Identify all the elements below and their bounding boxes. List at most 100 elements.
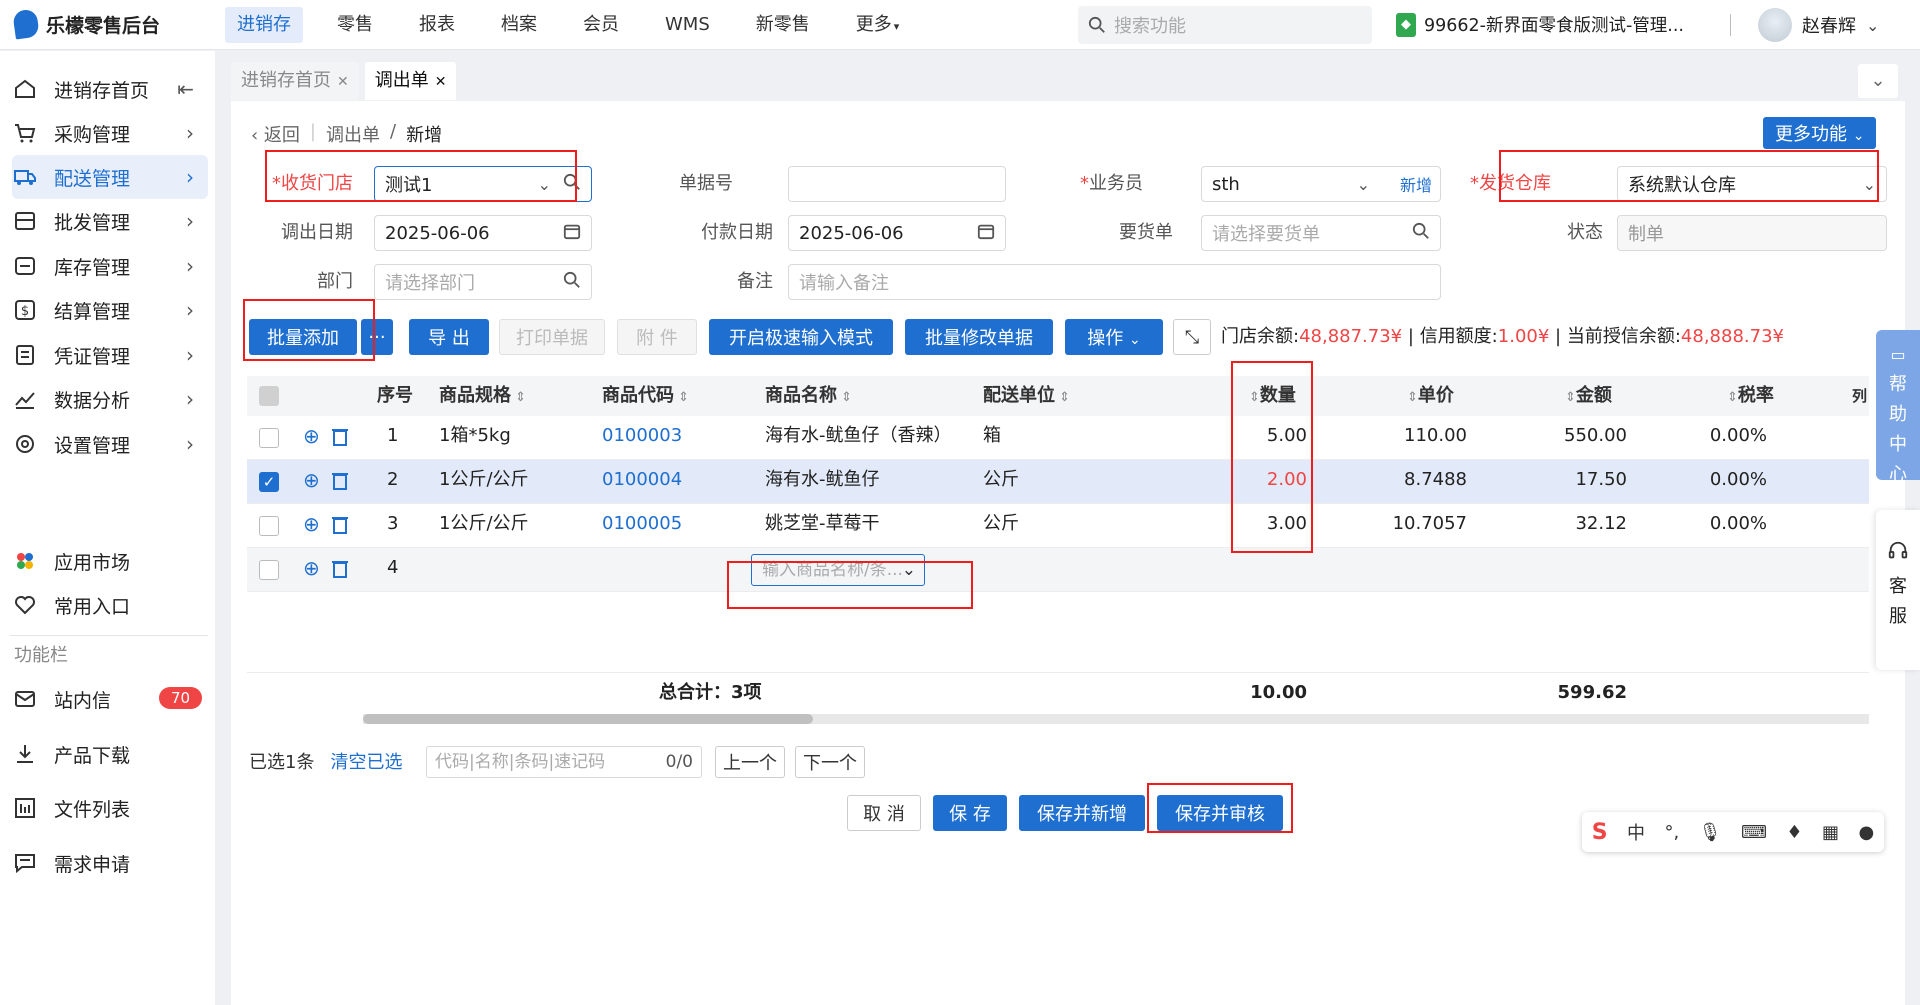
clear-selection-link[interactable]: 清空已选 — [330, 746, 402, 780]
sidebar-item-stock[interactable]: 库存管理 › — [12, 244, 208, 288]
close-icon[interactable]: ✕ — [337, 74, 349, 90]
col-price[interactable]: ⇕单价 — [1407, 376, 1454, 418]
col-unit[interactable]: 配送单位 ⇕ — [983, 376, 1070, 418]
scrollbar-thumb[interactable] — [363, 714, 813, 724]
store-switcher[interactable]: ◆ 99662-新界面零食版测试-管理... — [1396, 12, 1684, 37]
search-icon[interactable] — [563, 173, 581, 195]
nav-wms[interactable]: WMS — [653, 7, 722, 43]
col-code[interactable]: 商品代码 ⇕ — [602, 376, 689, 418]
fast-input-mode-button[interactable]: 开启极速输入模式 — [709, 319, 893, 355]
ime-toolbar[interactable]: S 中 °, 🎙 ⌨ ♦ ▦ ● — [1582, 812, 1884, 852]
cell-qty[interactable]: 5.00 — [1197, 416, 1307, 456]
user-menu[interactable]: 赵春辉 ⌄ — [1758, 8, 1879, 42]
doc-no-input[interactable] — [788, 166, 1006, 202]
col-amount[interactable]: ⇕金额 — [1565, 376, 1612, 418]
quick-find-input[interactable]: 代码|名称|条码|速记码 0/0 — [426, 746, 702, 778]
search-icon[interactable] — [563, 271, 581, 293]
add-row-icon[interactable]: ⊕ — [303, 468, 320, 492]
select-all-checkbox[interactable] — [259, 386, 279, 406]
sidebar-item-wholesale[interactable]: 批发管理 › — [12, 199, 208, 243]
save-button[interactable]: 保 存 — [933, 795, 1007, 831]
cell-code[interactable]: 0100004 — [602, 460, 682, 500]
sidebar-item-settings[interactable]: 设置管理 › — [12, 422, 208, 466]
trash-icon[interactable] — [331, 514, 349, 539]
col-qty[interactable]: ⇕数量 — [1249, 376, 1296, 418]
sidebar-item-distribution[interactable]: 配送管理 › — [12, 155, 208, 199]
ime-punct-toggle[interactable]: °, — [1664, 822, 1679, 843]
col-tax[interactable]: ⇕税率 — [1727, 376, 1774, 418]
ship-warehouse-select[interactable]: 系统默认仓库 ⌄ — [1617, 166, 1887, 202]
microphone-icon[interactable]: 🎙 — [1699, 822, 1722, 843]
row-checkbox-checked[interactable]: ✓ — [259, 472, 279, 492]
collapse-form-icon[interactable]: ⤡ — [1173, 319, 1211, 355]
search-icon[interactable] — [1412, 222, 1430, 244]
nav-member[interactable]: 会员 — [571, 7, 631, 43]
table-row-new[interactable]: ⊕ 4 输入商品名称/条... ⌄ — [247, 548, 1869, 592]
nav-new-retail[interactable]: 新零售 — [744, 7, 822, 43]
dept-select[interactable]: 请选择部门 — [374, 264, 592, 300]
table-row[interactable]: ✓ ⊕ 2 1公斤/公斤 0100004 海有水-鱿鱼仔 公斤 2.00 8.7… — [247, 460, 1869, 504]
add-row-icon[interactable]: ⊕ — [303, 556, 320, 580]
nav-reports[interactable]: 报表 — [407, 7, 467, 43]
more-functions-button[interactable]: 更多功能 ⌄ — [1763, 117, 1877, 149]
attachment-button[interactable]: 附 件 — [617, 319, 697, 355]
receive-store-select[interactable]: 测试1 ⌄ — [374, 166, 592, 202]
save-and-audit-button[interactable]: 保存并审核 — [1157, 795, 1283, 831]
export-button[interactable]: 导 出 — [409, 319, 489, 355]
sidebar-item-favorites[interactable]: 常用入口 — [12, 583, 208, 627]
cancel-button[interactable]: 取 消 — [847, 795, 921, 831]
sidebar-item-download[interactable]: 产品下载 — [12, 732, 208, 776]
sidebar-item-voucher[interactable]: 凭证管理 › — [12, 333, 208, 377]
salesman-select[interactable]: sth ⌄ 新增 — [1201, 166, 1441, 202]
sidebar-item-settlement[interactable]: $ 结算管理 › — [12, 288, 208, 332]
nav-archive[interactable]: 档案 — [489, 7, 549, 43]
back-link[interactable]: ‹ 返回 — [251, 121, 300, 147]
table-row[interactable]: ⊕ 3 1公斤/公斤 0100005 姚芝堂-草莓干 公斤 3.00 10.70… — [247, 504, 1869, 548]
tab-inventory-home[interactable]: 进销存首页 ✕ — [231, 62, 359, 100]
sidebar-item-messages[interactable]: 站内信 70 — [12, 677, 208, 721]
sidebar-item-purchase[interactable]: 采购管理 › — [12, 111, 208, 155]
close-icon[interactable]: ✕ — [435, 74, 447, 90]
keyboard-icon[interactable]: ⌨ — [1741, 822, 1767, 843]
batch-edit-button[interactable]: 批量修改单据 — [905, 319, 1053, 355]
top-search-input[interactable]: 搜索功能 — [1078, 6, 1372, 44]
row-checkbox[interactable] — [259, 560, 279, 580]
print-button[interactable]: 打印单据 — [499, 319, 605, 355]
row-checkbox[interactable] — [259, 428, 279, 448]
sidebar-item-analytics[interactable]: 数据分析 › — [12, 377, 208, 421]
skin-icon[interactable]: ♦ — [1786, 822, 1802, 843]
out-date-picker[interactable]: 2025-06-06 — [374, 215, 592, 251]
sidebar-item-home[interactable]: 进销存首页 ⇤ — [12, 67, 208, 111]
remark-input[interactable]: 请输入备注 — [788, 264, 1441, 300]
app-logo[interactable]: 乐檬零售后台 — [12, 8, 160, 40]
add-row-icon[interactable]: ⊕ — [303, 424, 320, 448]
col-spec[interactable]: 商品规格 ⇕ — [439, 376, 526, 418]
table-row[interactable]: ⊕ 1 1箱*5kg 0100003 海有水-鱿鱼仔（香辣） 箱 5.00 11… — [247, 416, 1869, 460]
next-match-button[interactable]: 下一个 — [795, 746, 865, 778]
help-center-dock[interactable]: ▭ 帮 助 中 心 — [1876, 330, 1920, 485]
col-name[interactable]: 商品名称 ⇕ — [765, 376, 852, 418]
grid-icon[interactable]: ▦ — [1822, 822, 1839, 843]
trash-icon[interactable] — [331, 426, 349, 451]
cell-code[interactable]: 0100003 — [602, 416, 682, 456]
trash-icon[interactable] — [331, 470, 349, 495]
breadcrumb-path[interactable]: 调出单 — [326, 121, 380, 147]
sidebar-item-app-market[interactable]: 应用市场 — [12, 539, 208, 583]
tabs-menu-chevron-icon[interactable]: ⌄ — [1858, 64, 1898, 98]
sidebar-item-files[interactable]: 文件列表 — [12, 786, 208, 830]
customer-service-dock[interactable]: 客 服 — [1876, 510, 1920, 670]
add-salesman-link[interactable]: 新增 — [1400, 172, 1432, 196]
request-order-select[interactable]: 请选择要货单 — [1201, 215, 1441, 251]
pay-date-picker[interactable]: 2025-06-06 — [788, 215, 1006, 251]
nav-inventory[interactable]: 进销存 — [225, 7, 303, 43]
prev-match-button[interactable]: 上一个 — [715, 746, 785, 778]
save-and-new-button[interactable]: 保存并新增 — [1019, 795, 1145, 831]
cell-qty[interactable]: 2.00 — [1197, 460, 1307, 500]
more-options-button[interactable]: ··· — [361, 319, 393, 355]
operations-button[interactable]: 操作 ⌄ — [1065, 319, 1163, 355]
nav-retail[interactable]: 零售 — [325, 7, 385, 43]
ime-lang-toggle[interactable]: 中 — [1627, 819, 1645, 845]
cell-code[interactable]: 0100005 — [602, 504, 682, 544]
row-checkbox[interactable] — [259, 516, 279, 536]
trash-icon[interactable] — [331, 558, 349, 583]
